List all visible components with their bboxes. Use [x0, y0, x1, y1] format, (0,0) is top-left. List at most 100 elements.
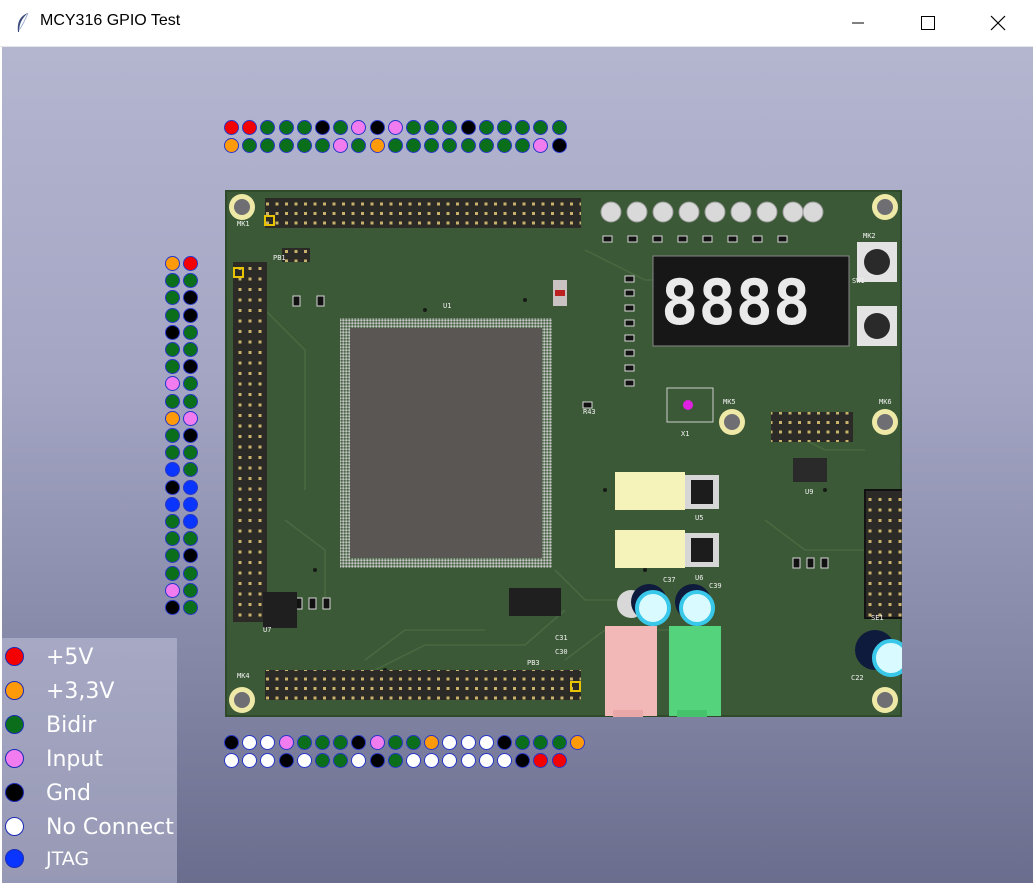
left-col1-pin-2 — [165, 273, 180, 289]
close-button[interactable] — [963, 0, 1033, 46]
bottom-row2-pin-4 — [278, 753, 294, 768]
svg-text:U6: U6 — [695, 574, 703, 582]
top-row2-pin-2 — [242, 138, 258, 153]
minimize-button[interactable] — [823, 0, 893, 46]
top-row2-pin-13 — [442, 138, 458, 153]
bottom-row2-pin-10 — [387, 753, 403, 768]
legend-dot-jtag — [5, 849, 24, 868]
legend-label: JTAG — [46, 848, 90, 870]
top-row1-pin-12 — [424, 120, 440, 135]
bottom-row2-pin-15 — [478, 753, 494, 768]
bottom-row2-pin-6 — [315, 753, 330, 768]
top-row1-pin-11 — [406, 120, 421, 135]
svg-text:C37: C37 — [663, 576, 676, 584]
svg-text:U1: U1 — [443, 302, 451, 310]
top-row2-pin-18 — [533, 138, 549, 153]
top-row1-pin-8 — [351, 120, 367, 135]
top-row2-pin-3 — [260, 138, 276, 153]
bottom-row2-pin-18 — [533, 753, 549, 768]
left-col2-pin-4 — [183, 307, 198, 323]
bottom-row2-pin-12 — [424, 753, 440, 768]
legend-dot-input — [5, 749, 24, 768]
left-col2-pin-15 — [183, 496, 198, 512]
bottom-row1-pin-15 — [478, 735, 494, 750]
top-row2-pin-6 — [315, 138, 330, 153]
board-3d-viewport[interactable]: 8888 MK1 PB1 U1 SW1 MK2 MK6 MK5 X1 U5 U6… — [2, 47, 1033, 883]
svg-text:MK5: MK5 — [723, 398, 736, 406]
top-row1-pin-17 — [515, 120, 531, 135]
top-row1-pin-1 — [224, 120, 239, 135]
legend-label: Gnd — [46, 780, 91, 806]
top-row2-pin-16 — [497, 138, 512, 153]
top-row2-pin-12 — [424, 138, 440, 153]
window-title: MCY316 GPIO Test — [40, 12, 181, 29]
top-row1-pin-5 — [296, 120, 312, 135]
pin-type-legend: +5V +3,3V Bidir Input Gnd No Connect JTA… — [2, 638, 177, 883]
svg-text:U5: U5 — [695, 514, 703, 522]
legend-label: Bidir — [46, 712, 97, 738]
left-col1-pin-7 — [165, 359, 180, 375]
close-icon — [990, 15, 1006, 31]
left-col1-pin-3 — [165, 290, 180, 306]
top-row1-pin-2 — [242, 120, 258, 135]
left-col2-pin-9 — [183, 393, 198, 409]
bottom-row2-pin-1 — [224, 753, 239, 768]
top-row2-pin-9 — [369, 138, 385, 153]
top-row1-pin-15 — [478, 120, 494, 135]
left-col1-pin-16 — [165, 514, 180, 529]
left-col1-pin-18 — [165, 548, 180, 564]
left-col1-pin-13 — [165, 462, 180, 478]
top-row1-pin-3 — [260, 120, 276, 135]
svg-text:X1: X1 — [681, 430, 689, 438]
top-row2-pin-1 — [224, 138, 239, 153]
legend-dot-no-connect — [5, 817, 24, 836]
top-row2-pin-17 — [515, 138, 531, 153]
left-col1-pin-9 — [165, 393, 180, 409]
maximize-icon — [921, 16, 935, 30]
top-row2-pin-11 — [406, 138, 421, 153]
legend-label: Input — [46, 746, 103, 772]
left-col1-pin-19 — [165, 565, 180, 581]
top-row2-pin-4 — [278, 138, 294, 153]
left-col1-pin-17 — [165, 531, 180, 547]
minimize-icon — [852, 22, 864, 24]
bottom-row1-pin-7 — [333, 735, 349, 750]
top-row1-pin-7 — [333, 120, 349, 135]
bottom-row1-pin-1 — [224, 735, 239, 750]
left-col1-pin-4 — [165, 307, 180, 323]
top-row1-pin-14 — [460, 120, 476, 135]
maximize-button[interactable] — [893, 0, 963, 46]
window-titlebar: MCY316 GPIO Test — [0, 0, 1033, 47]
svg-text:SE1: SE1 — [871, 614, 884, 622]
seven-seg-display: 8888 — [661, 266, 810, 339]
left-col2-pin-5 — [183, 324, 198, 340]
bottom-row1-pin-4 — [278, 735, 294, 750]
legend-label: +3,3V — [46, 678, 115, 704]
bottom-row1-pin-9 — [369, 735, 385, 750]
bottom-row1-pin-13 — [442, 735, 458, 750]
bottom-row2-pin-16 — [497, 753, 512, 768]
svg-text:C39: C39 — [709, 582, 722, 590]
left-col2-pin-1 — [183, 256, 198, 271]
top-row1-pin-16 — [497, 120, 512, 135]
bottom-row1-pin-20 — [569, 735, 585, 750]
left-col2-pin-21 — [183, 600, 198, 615]
bottom-row2-pin-19 — [551, 753, 567, 768]
svg-text:U7: U7 — [263, 626, 271, 634]
bottom-row1-pin-11 — [406, 735, 421, 750]
left-col1-pin-14 — [165, 479, 180, 495]
left-col1-pin-20 — [165, 582, 180, 598]
left-col2-pin-2 — [183, 273, 198, 289]
bottom-row2-pin-8 — [351, 753, 367, 768]
bottom-row1-pin-5 — [296, 735, 312, 750]
bottom-row1-pin-14 — [460, 735, 476, 750]
legend-dot-5v — [5, 647, 24, 666]
left-col2-pin-14 — [183, 479, 198, 495]
top-row1-pin-4 — [278, 120, 294, 135]
left-col1-pin-1 — [165, 256, 180, 271]
left-col2-pin-12 — [183, 445, 198, 461]
left-col1-pin-12 — [165, 445, 180, 461]
left-col1-pin-15 — [165, 496, 180, 512]
top-row2-pin-10 — [387, 138, 403, 153]
svg-text:C22: C22 — [851, 674, 864, 682]
